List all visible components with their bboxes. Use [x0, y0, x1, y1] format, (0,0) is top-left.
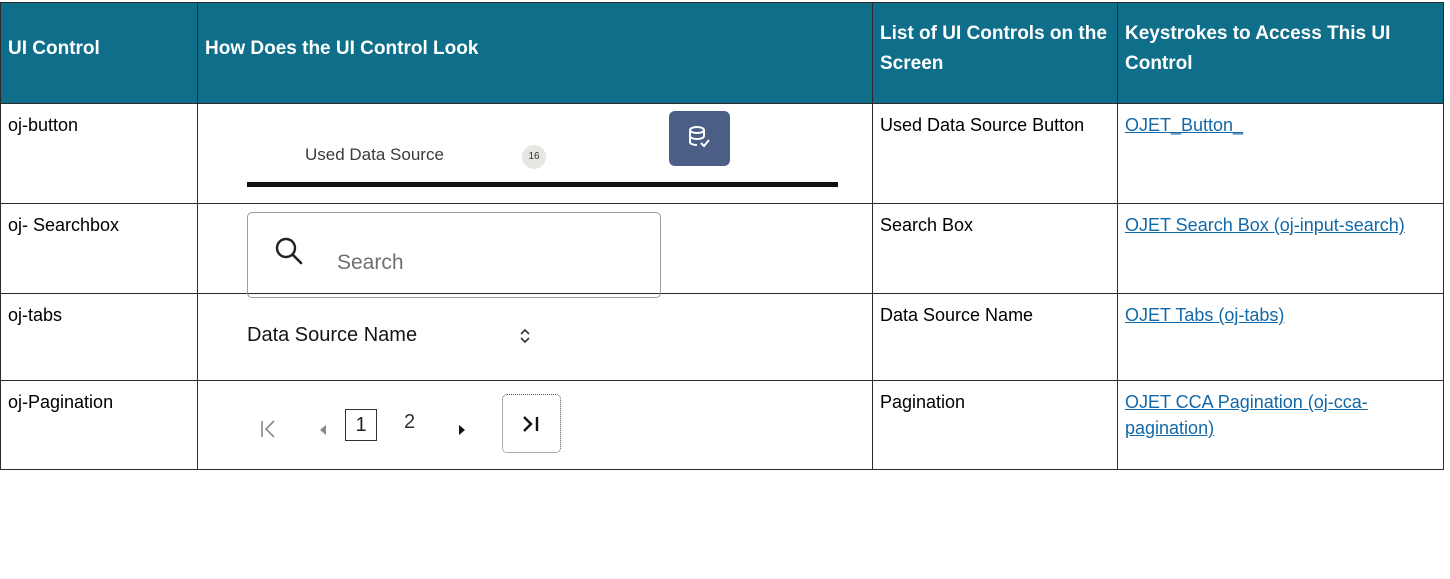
preview-cell: Data Source Name: [197, 293, 873, 381]
tabs-preview: Data Source Name: [198, 294, 872, 380]
table-row: oj-button Used Data Source 16 Used Data …: [0, 103, 1444, 204]
header-keystrokes-label: Keystrokes to Access This UI Control: [1125, 23, 1391, 74]
control-cell: oj-tabs: [0, 293, 198, 381]
data-source-name-tab[interactable]: Data Source Name: [247, 324, 417, 347]
list-cell: Used Data Source Button: [872, 103, 1118, 204]
tab-underline: [247, 182, 838, 187]
control-name: oj-button: [8, 115, 79, 135]
database-icon: [689, 126, 710, 148]
list-value: Used Data Source Button: [880, 115, 1085, 135]
header-list-label: List of UI Controls on the Screen: [880, 23, 1107, 74]
current-page-button[interactable]: 1: [345, 409, 377, 441]
keystroke-link[interactable]: OJET_Button_: [1125, 115, 1243, 135]
first-page-icon[interactable]: [260, 420, 276, 438]
control-name: oj-Pagination: [8, 392, 114, 412]
keystroke-link[interactable]: OJET CCA Pagination (oj-cca-pagination): [1125, 392, 1368, 438]
header-list: List of UI Controls on the Screen: [872, 2, 1118, 104]
header-keystrokes: Keystrokes to Access This UI Control: [1117, 2, 1444, 104]
pagination-preview: 1 2: [198, 381, 872, 469]
table-row: oj-Pagination 1 2 Pagination OJET CCA Pa…: [0, 380, 1444, 470]
header-look-label: How Does the UI Control Look: [205, 38, 479, 59]
last-page-icon: [523, 416, 539, 432]
table-row: oj- Searchbox Search Search Box OJET Sea…: [0, 203, 1444, 298]
list-value: Pagination: [880, 392, 966, 412]
control-cell: oj-Pagination: [0, 380, 198, 470]
sort-icon[interactable]: [519, 327, 531, 345]
table-row: oj-tabs Data Source Name Data Source Nam…: [0, 293, 1444, 381]
keystroke-cell: OJET Search Box (oj-input-search): [1117, 203, 1444, 294]
control-name: oj- Searchbox: [8, 215, 120, 235]
control-cell: oj- Searchbox: [0, 203, 198, 294]
page-2-button[interactable]: 2: [404, 411, 415, 434]
header-ui-control-label: UI Control: [8, 38, 100, 59]
preview-cell: Search: [197, 203, 873, 298]
header-ui-control: UI Control: [0, 2, 198, 104]
keystroke-cell: OJET CCA Pagination (oj-cca-pagination): [1117, 380, 1444, 470]
next-page-icon[interactable]: [458, 425, 466, 435]
used-data-source-button[interactable]: [669, 111, 730, 166]
list-value: Search Box: [880, 215, 974, 235]
used-data-source-tab[interactable]: Used Data Source: [305, 145, 444, 165]
list-cell: Search Box: [872, 203, 1118, 294]
list-cell: Data Source Name: [872, 293, 1118, 381]
keystroke-link[interactable]: OJET Tabs (oj-tabs): [1125, 305, 1284, 325]
preview-cell: Used Data Source 16: [197, 103, 873, 204]
preview-cell: 1 2: [197, 380, 873, 470]
header-look: How Does the UI Control Look: [197, 2, 873, 104]
search-placeholder: Search: [337, 251, 404, 274]
list-value: Data Source Name: [880, 305, 1034, 325]
header-row: UI Control How Does the UI Control Look …: [0, 2, 1444, 104]
last-page-button[interactable]: [502, 394, 561, 453]
control-name: oj-tabs: [8, 305, 63, 325]
ui-controls-table: UI Control How Does the UI Control Look …: [0, 2, 1444, 470]
keystroke-cell: OJET Tabs (oj-tabs): [1117, 293, 1444, 381]
keystroke-link[interactable]: OJET Search Box (oj-input-search): [1125, 215, 1405, 235]
search-icon: [275, 237, 303, 265]
keystroke-cell: OJET_Button_: [1117, 103, 1444, 204]
list-cell: Pagination: [872, 380, 1118, 470]
previous-page-icon[interactable]: [319, 425, 327, 435]
search-input[interactable]: Search: [247, 212, 661, 298]
search-preview: Search: [198, 204, 872, 298]
count-badge: 16: [522, 145, 546, 169]
control-cell: oj-button: [0, 103, 198, 204]
button-preview: Used Data Source 16: [198, 104, 872, 202]
